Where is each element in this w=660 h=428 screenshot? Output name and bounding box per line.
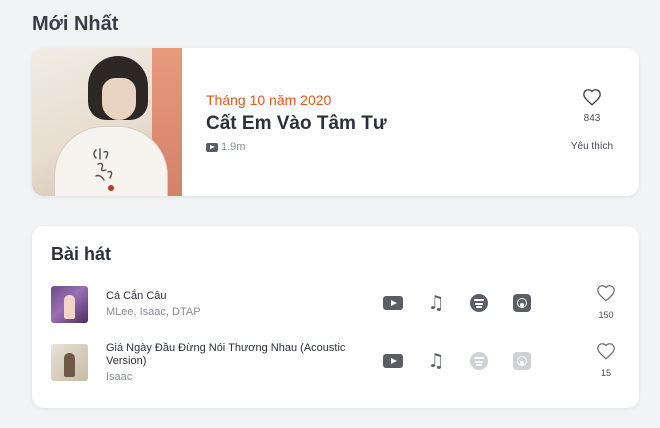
featured-title[interactable]: Cất Em Vào Tâm Tư [206, 113, 387, 135]
like-button[interactable]: 150 [589, 284, 623, 320]
thumbnail-figure [64, 295, 75, 319]
cover-calligraphy [90, 144, 122, 187]
song-title[interactable]: Cá Cắn Câu [106, 290, 376, 303]
like-button[interactable]: 843 [562, 88, 622, 124]
spotify-button-disabled [468, 350, 490, 372]
song-thumbnail[interactable] [51, 286, 88, 323]
like-count: 150 [598, 310, 614, 320]
section-title: Mới Nhất [32, 13, 119, 35]
featured-card[interactable]: Tháng 10 năm 2020 Cất Em Vào Tâm Tư 1.9m… [32, 48, 639, 196]
music-note-icon[interactable]: ♫ [427, 292, 444, 314]
song-row[interactable]: Cá Cắn Câu MLee, Isaac, DTAP ♫ 150 [32, 282, 639, 326]
view-count: 1.9m [206, 141, 245, 153]
heart-icon[interactable] [596, 342, 616, 360]
spotify-icon[interactable] [470, 294, 488, 312]
youtube-icon[interactable] [383, 296, 403, 310]
song-title[interactable]: Giá Ngày Đầu Đừng Nói Thương Nhau (Acous… [106, 342, 376, 368]
thumbnail-figure [64, 353, 75, 377]
song-thumbnail[interactable] [51, 344, 88, 381]
songs-card: Bài hát Cá Cắn Câu MLee, Isaac, DTAP ♫ 1… [32, 226, 639, 408]
apple-music-icon[interactable] [513, 294, 531, 312]
heart-icon[interactable] [596, 284, 616, 302]
youtube-button[interactable] [382, 350, 404, 372]
song-artist[interactable]: MLee, Isaac, DTAP [106, 306, 201, 318]
like-label: Yêu thích [570, 141, 614, 152]
music-note-icon[interactable]: ♫ [427, 350, 444, 372]
heart-icon[interactable] [582, 88, 602, 106]
nhaccuatui-button[interactable]: ♫ [425, 350, 447, 372]
view-count-value: 1.9m [221, 141, 246, 153]
cover-face [102, 78, 136, 120]
spotify-icon [470, 352, 488, 370]
nhaccuatui-button[interactable]: ♫ [425, 292, 447, 314]
cover-seal [108, 185, 114, 191]
youtube-icon[interactable] [383, 354, 403, 368]
apple-music-button[interactable] [511, 292, 533, 314]
songs-heading: Bài hát [51, 244, 112, 264]
song-row[interactable]: Giá Ngày Đầu Đừng Nói Thương Nhau (Acous… [32, 340, 639, 384]
apple-music-button-disabled [511, 350, 533, 372]
calligraphy-mark [93, 148, 113, 181]
like-count: 843 [583, 113, 601, 124]
song-artist[interactable]: Isaac [106, 371, 132, 383]
album-cover[interactable] [32, 48, 182, 196]
youtube-button[interactable] [382, 292, 404, 314]
like-button[interactable]: 15 [589, 342, 623, 378]
spotify-button[interactable] [468, 292, 490, 314]
youtube-icon [206, 142, 218, 152]
apple-music-icon [513, 352, 531, 370]
release-date: Tháng 10 năm 2020 [206, 92, 332, 108]
like-count: 15 [600, 368, 611, 378]
